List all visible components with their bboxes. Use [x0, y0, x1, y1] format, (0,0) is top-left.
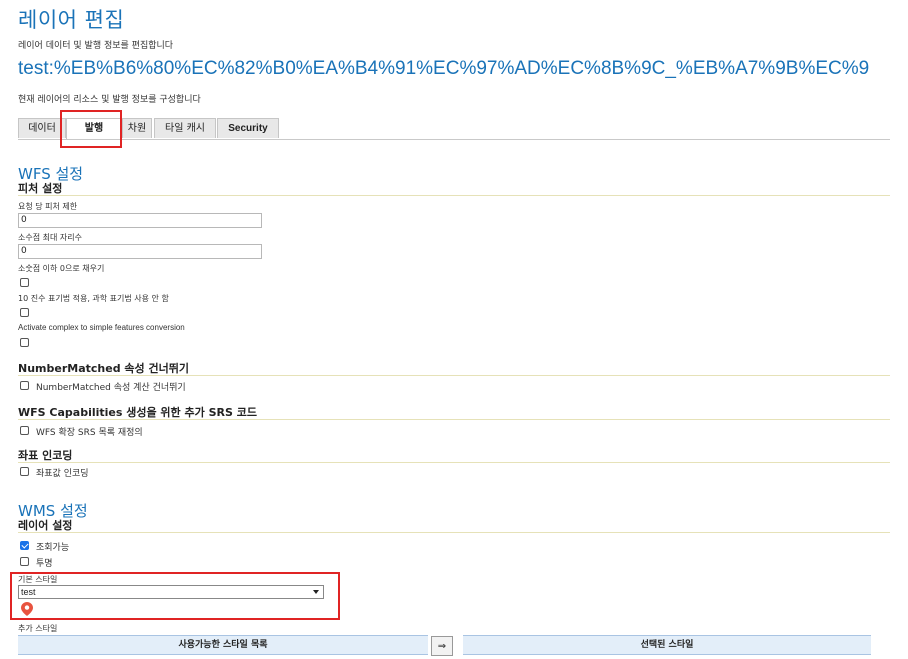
pad-zeros-label: 소숫점 이하 0으로 채우기	[18, 264, 105, 273]
layer-description: 현재 레이어의 리소스 및 발행 정보를 구성합니다	[18, 95, 201, 105]
chevron-down-icon	[313, 590, 319, 594]
max-features-label: 요청 당 피처 제한	[18, 202, 78, 211]
pad-zeros-checkbox[interactable]	[20, 278, 29, 287]
layer-name: test:%EB%B6%80%EC%82%B0%EA%B4%91%EC%97%A…	[18, 58, 870, 79]
tab-highlight-box	[60, 110, 122, 148]
selected-styles-header: 선택된 스타일	[463, 635, 871, 655]
tab-tile-caching[interactable]: 타일 캐시	[154, 118, 216, 138]
available-styles-header: 사용가능한 스타일 목록	[18, 635, 428, 655]
default-style-value: test	[21, 587, 36, 597]
max-decimals-input[interactable]: 0	[18, 244, 262, 259]
page-title: 레이어 편집	[18, 8, 125, 32]
complex-features-checkbox[interactable]	[20, 338, 29, 347]
divider	[18, 462, 890, 463]
no-scientific-checkbox[interactable]	[20, 308, 29, 317]
no-scientific-label: 10 진수 표기법 적용, 과학 표기법 사용 안 함	[18, 294, 169, 303]
divider	[18, 419, 890, 420]
srs-heading: WFS Capabilities 생성을 위한 추가 SRS 코드	[18, 406, 257, 419]
map-marker-icon	[21, 601, 33, 616]
tab-divider	[18, 139, 890, 140]
tab-security[interactable]: Security	[217, 118, 279, 138]
queryable-label: 조회가능	[36, 543, 70, 553]
max-features-input[interactable]: 0	[18, 213, 262, 228]
max-decimals-label: 소수점 최대 자리수	[18, 233, 82, 242]
numbermatched-label: NumberMatched 속성 계산 건너뛰기	[36, 383, 186, 393]
default-style-select[interactable]: test	[18, 585, 324, 599]
move-right-button[interactable]: ⇒	[431, 636, 453, 656]
tab-dimensions[interactable]: 차원	[122, 118, 152, 138]
numbermatched-checkbox[interactable]	[20, 381, 29, 390]
queryable-checkbox[interactable]	[20, 541, 29, 550]
default-style-label: 기본 스타일	[18, 575, 58, 584]
numbermatched-heading: NumberMatched 속성 건너뛰기	[18, 362, 189, 375]
complex-features-label: Activate complex to simple features conv…	[18, 323, 185, 332]
srs-override-label: WFS 확장 SRS 목록 재정의	[36, 428, 143, 438]
coord-encoding-checkbox[interactable]	[20, 467, 29, 476]
divider	[18, 375, 890, 376]
coord-encoding-heading: 좌표 인코딩	[18, 449, 73, 462]
coord-encoding-label: 좌표값 인코딩	[36, 469, 89, 479]
additional-styles-label: 추가 스타일	[18, 624, 58, 633]
opaque-checkbox[interactable]	[20, 557, 29, 566]
layer-settings-heading: 레이어 설정	[18, 519, 73, 532]
divider	[18, 532, 890, 533]
srs-override-checkbox[interactable]	[20, 426, 29, 435]
divider	[18, 195, 890, 196]
tab-data[interactable]: 데이터	[18, 118, 66, 138]
feature-settings-heading: 피처 설정	[18, 182, 63, 195]
page-subtitle: 레이어 데이터 및 발행 정보를 편집합니다	[18, 41, 174, 51]
opaque-label: 투명	[36, 559, 53, 569]
